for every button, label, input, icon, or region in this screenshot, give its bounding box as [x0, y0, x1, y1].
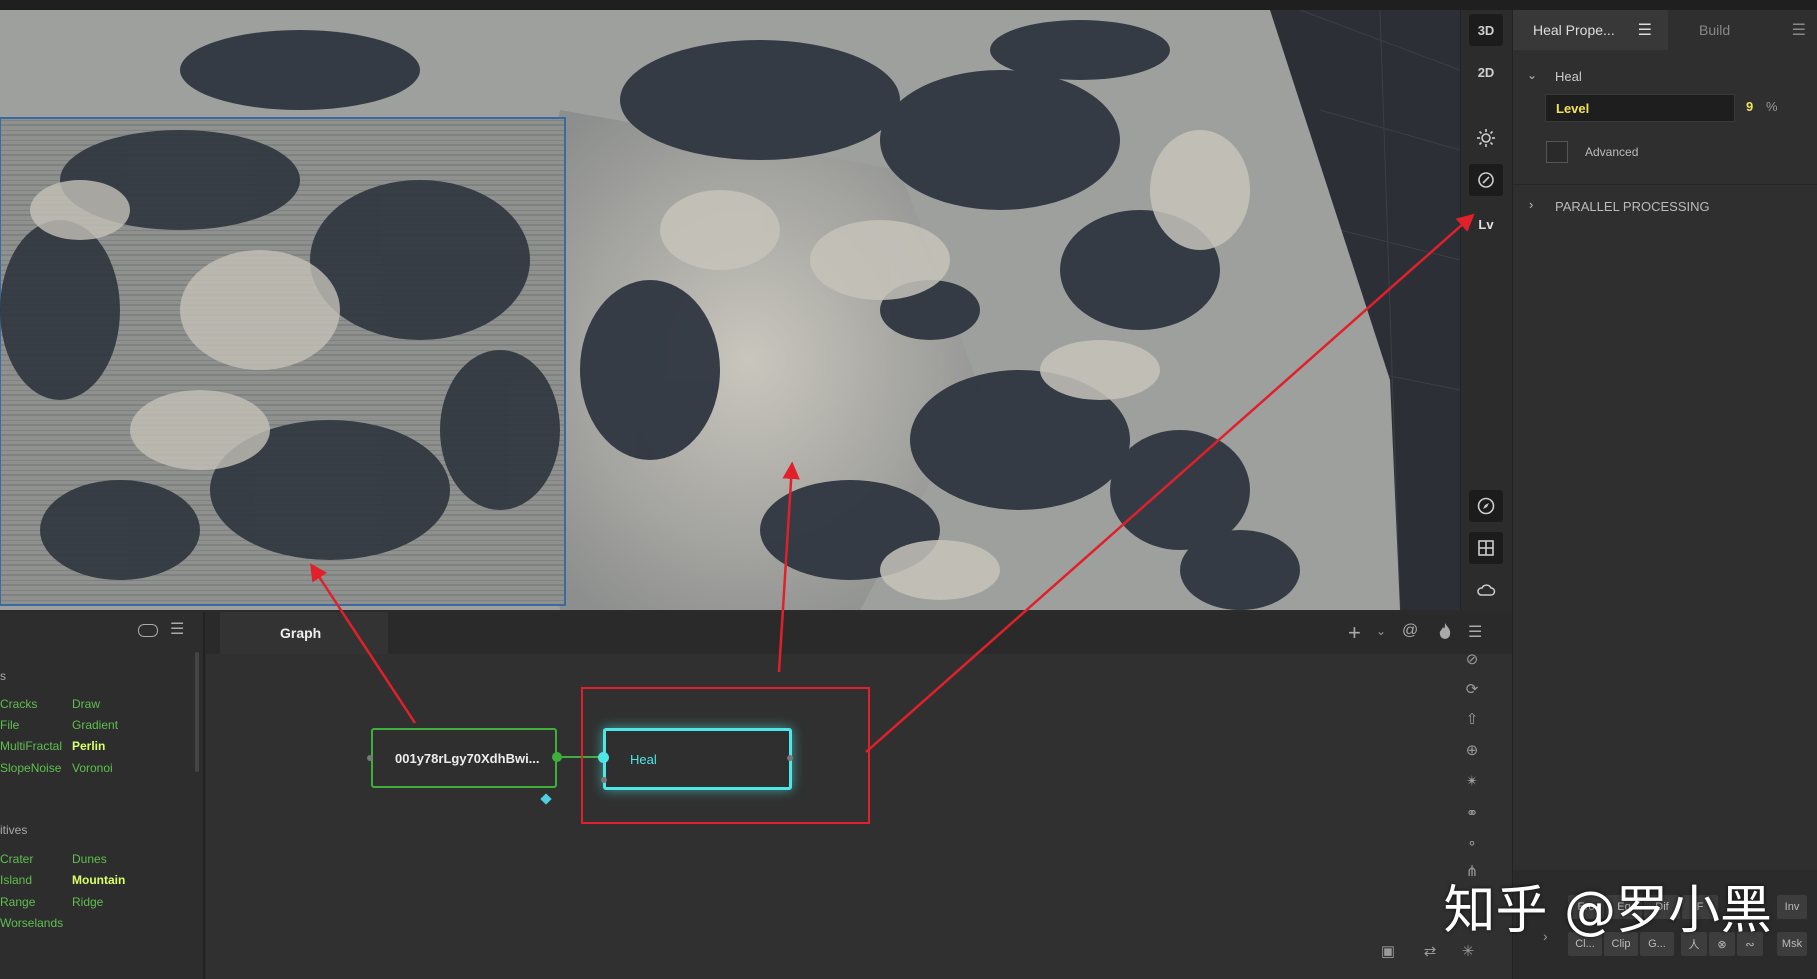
watermark: 知乎 @罗小黑 — [1443, 881, 1772, 941]
highlight-box — [581, 687, 870, 824]
annotation-overlay — [310, 213, 1475, 824]
arrow-to-level-button — [865, 213, 1475, 753]
arrow-to-preview — [310, 563, 417, 724]
arrow-to-terrain — [777, 461, 800, 673]
